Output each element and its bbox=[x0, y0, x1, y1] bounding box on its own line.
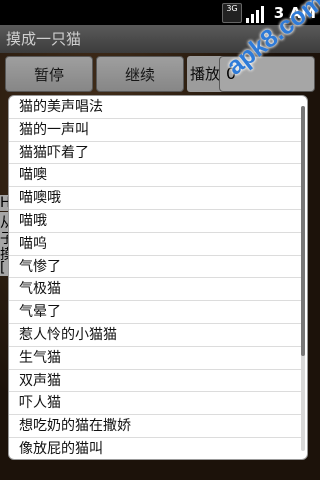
list-item[interactable]: 气晕了 bbox=[9, 301, 305, 324]
list-item[interactable]: 喵呜 bbox=[9, 233, 305, 256]
list-item[interactable]: 猫的美声唱法 bbox=[9, 96, 305, 119]
signal-strength-icon bbox=[246, 5, 264, 23]
scrollbar-thumb[interactable] bbox=[301, 106, 305, 356]
scrollbar[interactable] bbox=[301, 106, 305, 451]
list-item[interactable]: 喵噢哦 bbox=[9, 187, 305, 210]
list-item[interactable]: 生气猫 bbox=[9, 347, 305, 370]
list-item[interactable]: 喵哦 bbox=[9, 210, 305, 233]
list-item[interactable]: 猫猫吓着了 bbox=[9, 142, 305, 165]
list-item[interactable]: 气极猫 bbox=[9, 278, 305, 302]
sound-list-dialog: 猫的美声唱法 猫的一声叫 猫猫吓着了 喵噢 喵噢哦 喵哦 喵呜 气惨了 气极猫 … bbox=[8, 95, 308, 460]
list-item[interactable]: 猫的一声叫 bbox=[9, 119, 305, 142]
list-item[interactable]: 像放屁的猫叫 bbox=[9, 438, 305, 459]
list-item[interactable]: 气惨了 bbox=[9, 256, 305, 279]
status-icons: 3G bbox=[222, 3, 264, 23]
list-item[interactable]: 想吃奶的猫在撒娇 bbox=[9, 415, 305, 438]
list-item[interactable]: 惹人怜的小猫猫 bbox=[9, 324, 305, 347]
sound-list: 猫的美声唱法 猫的一声叫 猫猫吓着了 喵噢 喵噢哦 喵哦 喵呜 气惨了 气极猫 … bbox=[9, 96, 305, 459]
list-item[interactable]: 喵噢 bbox=[9, 164, 305, 188]
list-item[interactable]: 双声猫 bbox=[9, 370, 305, 393]
network-3g-icon: 3G bbox=[222, 3, 242, 23]
list-item[interactable]: 吓人猫 bbox=[9, 392, 305, 416]
